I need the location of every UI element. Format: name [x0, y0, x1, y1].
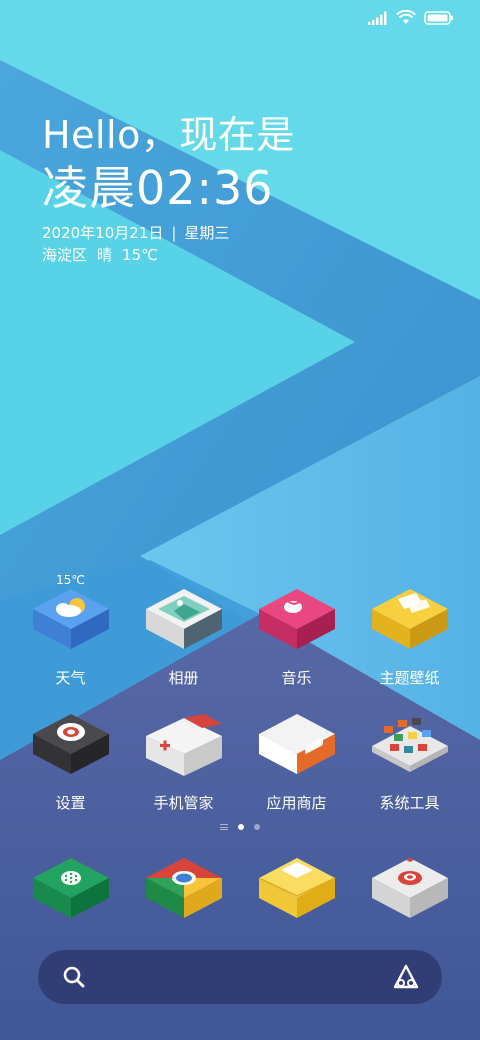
app-weather[interactable]: 15℃ 天气 [14, 573, 127, 688]
app-label: 音乐 [281, 669, 312, 687]
page-indicator[interactable] [0, 824, 480, 830]
page-indicator-list-icon [220, 824, 228, 830]
app-row-2: 设置 手机管家 应用商店 系统工具 [0, 712, 480, 813]
app-security[interactable]: 手机管家 [127, 712, 240, 813]
date-text: 2020年10月21日 [42, 224, 164, 242]
page-dot [254, 824, 260, 830]
browser-icon [145, 858, 222, 918]
tools-folder-icon [371, 718, 448, 772]
date-line: 2020年10月21日 | 星期三 [42, 222, 295, 244]
settings-icon [32, 714, 109, 774]
themes-icon [371, 589, 448, 649]
app-label: 设置 [55, 794, 86, 812]
gallery-icon [145, 589, 222, 649]
status-bar [368, 10, 454, 25]
weekday-text: 星期三 [184, 224, 230, 242]
dock-browser[interactable] [127, 856, 240, 926]
cellular-signal-icon [368, 11, 387, 25]
phone-icon [32, 858, 109, 918]
app-settings[interactable]: 设置 [14, 712, 127, 813]
dock [0, 856, 480, 926]
app-store[interactable]: 应用商店 [240, 712, 353, 813]
greeting-text: Hello，现在是 [42, 113, 295, 157]
app-label: 相册 [168, 669, 199, 687]
app-music[interactable]: 音乐 [240, 587, 353, 688]
app-label: 系统工具 [379, 794, 440, 812]
district-text: 海淀区 [42, 246, 88, 264]
app-label: 主题壁纸 [379, 669, 440, 687]
app-label: 应用商店 [266, 794, 327, 812]
battery-icon [424, 10, 453, 25]
home-screen: Hello，现在是 凌晨02:36 2020年10月21日 | 星期三 海淀区 … [0, 0, 480, 1040]
search-icon [63, 966, 85, 988]
page-dot-active [238, 824, 244, 830]
dock-phone[interactable] [14, 856, 127, 926]
app-row-1: 15℃ 天气 相册 音乐 主题壁纸 [0, 573, 480, 688]
clock-widget[interactable]: Hello，现在是 凌晨02:36 2020年10月21日 | 星期三 海淀区 … [42, 112, 295, 266]
search-bar[interactable] [38, 950, 442, 1004]
app-store-icon [258, 714, 335, 774]
wifi-icon [396, 10, 416, 24]
security-icon [145, 714, 222, 776]
assistant-icon[interactable] [392, 963, 420, 991]
app-gallery[interactable]: 相册 [127, 587, 240, 688]
weather-temperature: 15℃ [122, 246, 158, 264]
app-themes[interactable]: 主题壁纸 [353, 587, 466, 688]
date-separator: | [171, 224, 177, 242]
music-icon [258, 589, 335, 649]
messages-icon [258, 858, 335, 918]
weather-condition: 晴 [97, 246, 113, 264]
app-label: 天气 [55, 669, 86, 687]
dock-messages[interactable] [240, 856, 353, 926]
weather-temp-badge: 15℃ [56, 573, 85, 587]
clock-time: 凌晨02:36 [42, 161, 274, 215]
weather-icon [32, 589, 109, 649]
app-label: 手机管家 [153, 794, 214, 812]
dock-camera[interactable] [353, 856, 466, 926]
camera-icon [371, 858, 448, 918]
weather-line: 海淀区 晴 15℃ [42, 244, 295, 266]
app-tools-folder[interactable]: 系统工具 [353, 712, 466, 813]
